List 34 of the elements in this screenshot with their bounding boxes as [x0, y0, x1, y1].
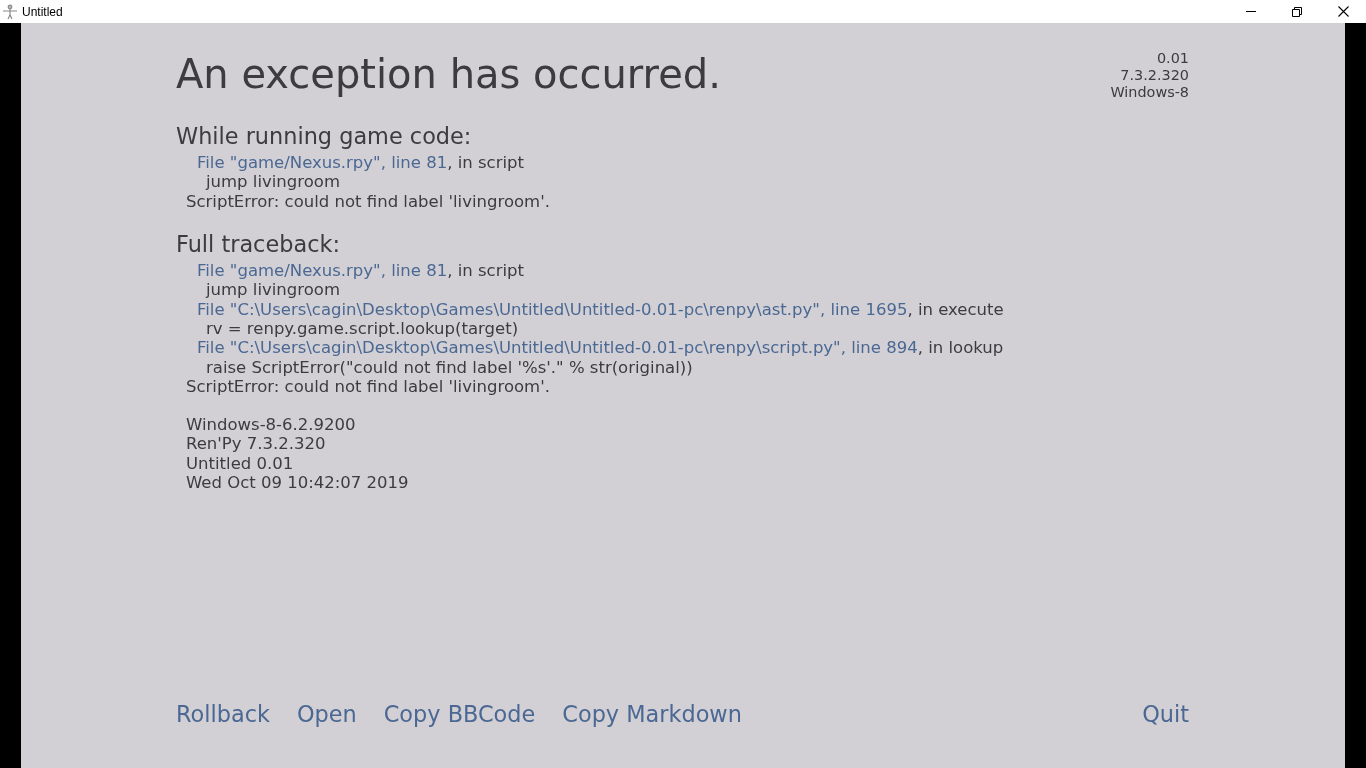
system-info-text: Windows-8-6.2.9200 [186, 414, 356, 435]
code-line: rv = renpy.game.script.lookup(target) [205, 319, 519, 339]
system-info-text: Ren'Py 7.3.2.320 [186, 434, 326, 454]
version-text: Windows-8 [1110, 84, 1189, 101]
traceback-line: File "C:\Users\cagin\Desktop\Games\Untitled\Untitled-0.01-pc\renpy\script.py", line 894, in lookup [196, 338, 1004, 358]
action-button[interactable]: Open [296, 700, 357, 728]
restore-icon [1292, 6, 1302, 17]
section-heading: Full traceback: [176, 230, 340, 259]
file-link[interactable]: File "game/Nexus.rpy", line 81 [197, 153, 448, 172]
error-message: ScriptError: could not find label 'livingroom'. [185, 191, 550, 212]
quit-button[interactable]: Quit [1142, 700, 1189, 728]
close-icon [1337, 6, 1349, 17]
minimize-icon [1246, 11, 1256, 12]
file-link[interactable]: File "game/Nexus.rpy", line 81 [197, 261, 448, 281]
error-message: ScriptError: could not find label 'livingroom'. [185, 377, 550, 397]
system-info-text: Wed Oct 09 10:42:07 2019 [186, 472, 409, 493]
action-button[interactable]: Copy Markdown [562, 700, 742, 728]
code-line: jump livingroom [204, 280, 340, 300]
version-text: 7.3.2.320 [1120, 67, 1189, 84]
code-line: raise ScriptError("could not find label '%s'." % str(original)) [205, 357, 693, 378]
traceback-line: File "C:\Users\cagin\Desktop\Games\Untitled\Untitled-0.01-pc\renpy\ast.py", line 1695, in execute [196, 299, 1004, 320]
section-heading: While running game code: [176, 122, 472, 150]
code-line: jump livingroom [204, 172, 340, 192]
window-title: Untitled [22, 3, 63, 21]
exception-heading: An exception has occurred. [176, 51, 721, 97]
traceback-line: File "game/Nexus.rpy", line 81, in script [196, 153, 524, 173]
action-button[interactable]: Copy BBCode [383, 700, 536, 728]
file-link[interactable]: File "C:\Users\cagin\Desktop\Games\Untitled\Untitled-0.01-pc\renpy\script.py", line 894 [197, 338, 918, 358]
file-link[interactable]: File "C:\Users\cagin\Desktop\Games\Untitled\Untitled-0.01-pc\renpy\ast.py", line 1695 [197, 299, 908, 319]
action-button[interactable]: Rollback [176, 700, 270, 728]
stick-figure-icon [2, 3, 18, 20]
system-info-text: Untitled 0.01 [186, 453, 294, 473]
traceback-line: File "game/Nexus.rpy", line 81, in script [196, 261, 524, 281]
version-text: 0.01 [1156, 50, 1189, 67]
